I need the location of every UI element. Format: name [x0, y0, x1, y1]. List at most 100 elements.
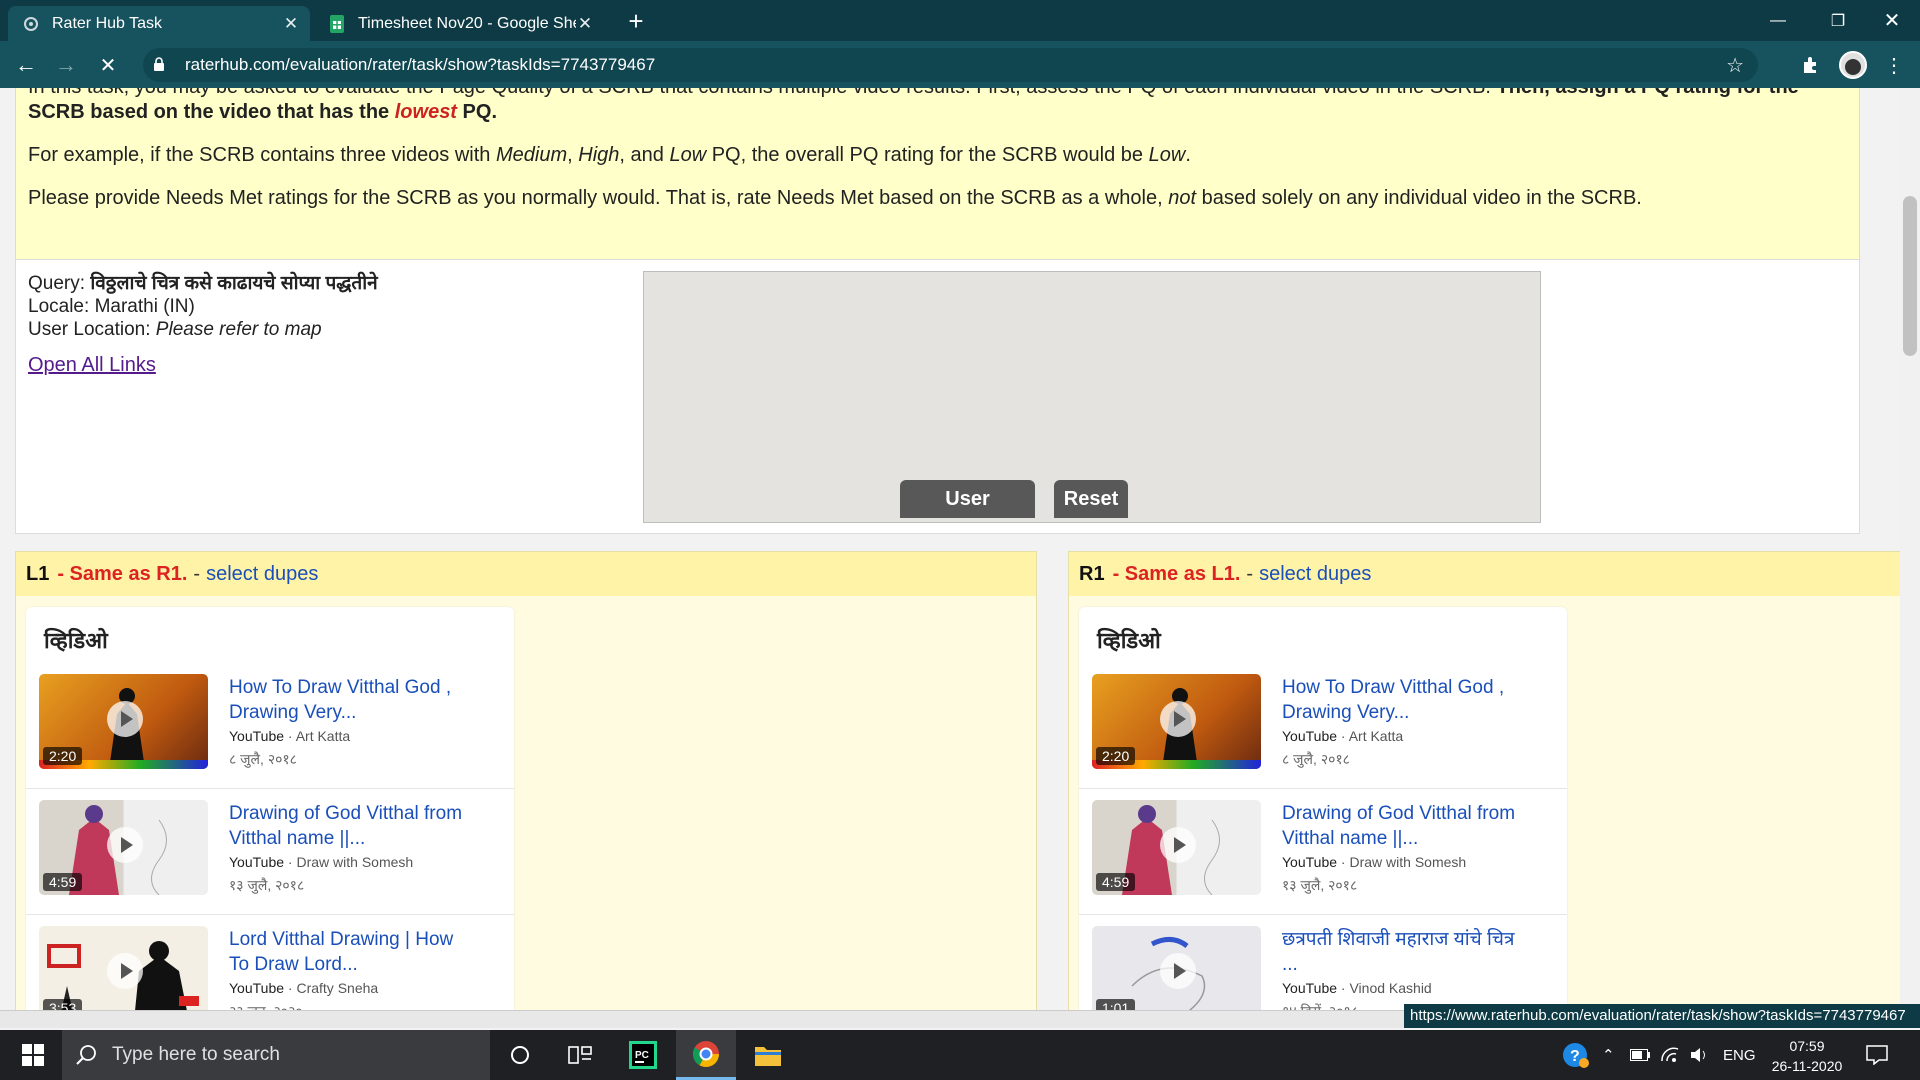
- play-icon: [107, 701, 143, 737]
- extensions-puzzle-icon[interactable]: [1797, 51, 1825, 79]
- video-date: ८ जुलै, २०१८: [1282, 751, 1350, 767]
- video-duration: 2:20: [1096, 747, 1136, 765]
- taskbar-clock[interactable]: 07:59 26-11-2020: [1762, 1036, 1852, 1076]
- tab-timesheet[interactable]: Timesheet Nov20 - Google Sheet ✕: [314, 6, 604, 41]
- taskbar-search-box[interactable]: Type here to search: [62, 1030, 490, 1080]
- video-date: २३ जुन, २०२०: [229, 1002, 303, 1010]
- minimize-icon[interactable]: —: [1748, 0, 1808, 41]
- video-title-link[interactable]: How To Draw Vitthal God , Drawing Very..…: [229, 675, 469, 725]
- same-as-label: - Same as R1.: [57, 562, 188, 585]
- left-id-label: L1: [26, 562, 50, 585]
- left-result-column: L1 - Same as R1. - select dupes व्हिडिओ …: [15, 551, 1037, 1010]
- query-info: Query: विठ्ठलाचे चित्र कसे काढायचे सोप्य…: [28, 272, 378, 341]
- video-title-link[interactable]: Drawing of God Vitthal from Vitthal name…: [1282, 801, 1522, 851]
- video-meta: YouTube · Art Katta: [1282, 728, 1404, 744]
- tab-rater-hub[interactable]: Rater Hub Task ✕: [8, 6, 310, 41]
- bookmark-star-icon[interactable]: ☆: [1726, 53, 1744, 78]
- task-view-icon[interactable]: [552, 1030, 608, 1080]
- location-map[interactable]: User Reset: [643, 271, 1541, 523]
- profile-avatar[interactable]: [1839, 51, 1867, 79]
- video-card: व्हिडिओ 2:20 How To Draw Vitthal God , D…: [1079, 607, 1567, 1010]
- video-duration: 1:01: [1096, 999, 1136, 1010]
- video-title-link[interactable]: How To Draw Vitthal God , Drawing Very..…: [1282, 675, 1522, 725]
- horizontal-scrollbar[interactable]: [0, 1010, 1404, 1028]
- instructions-cut-line: In this task, you may be asked to evalua…: [28, 88, 1799, 100]
- right-column-header: R1 - Same as L1. - select dupes: [1069, 552, 1900, 596]
- chrome-taskbar-icon[interactable]: [676, 1030, 736, 1080]
- url-text: raterhub.com/evaluation/rater/task/show?…: [185, 55, 656, 74]
- wifi-icon[interactable]: [1660, 1030, 1680, 1080]
- instructions-needs-met: Please provide Needs Met ratings for the…: [28, 187, 1642, 209]
- new-tab-button[interactable]: +: [620, 6, 652, 38]
- select-dupes-link[interactable]: select dupes: [1259, 563, 1371, 586]
- language-indicator[interactable]: ENG: [1723, 1030, 1756, 1080]
- video-item[interactable]: 2:20 How To Draw Vitthal God , Drawing V…: [26, 663, 514, 789]
- right-result-column: R1 - Same as L1. - select dupes व्हिडिओ …: [1068, 551, 1900, 1010]
- tab-title: Timesheet Nov20 - Google Sheet: [358, 14, 576, 32]
- help-tray-icon[interactable]: ?: [1562, 1030, 1590, 1080]
- video-title-link[interactable]: Drawing of God Vitthal from Vitthal name…: [229, 801, 469, 851]
- cortana-icon[interactable]: [492, 1030, 548, 1080]
- left-column-header: L1 - Same as R1. - select dupes: [16, 552, 1036, 596]
- video-title-link[interactable]: Lord Vitthal Drawing | How To Draw Lord.…: [229, 927, 469, 977]
- open-all-links[interactable]: Open All Links: [28, 354, 156, 377]
- right-id-label: R1: [1079, 562, 1105, 585]
- lock-icon: [153, 56, 171, 74]
- close-tab-icon[interactable]: ✕: [576, 14, 594, 34]
- select-dupes-link[interactable]: select dupes: [206, 563, 318, 586]
- video-card: व्हिडिओ 2:20 How To Draw Vitthal God , D…: [26, 607, 514, 1010]
- locale-value: Marathi (IN): [94, 296, 195, 317]
- video-date: १३ जुलै, २०१८: [1282, 877, 1358, 893]
- address-bar[interactable]: raterhub.com/evaluation/rater/task/show?…: [143, 48, 1758, 82]
- pycharm-icon[interactable]: PC: [615, 1030, 671, 1080]
- notifications-icon[interactable]: [1866, 1030, 1888, 1080]
- close-window-icon[interactable]: ✕: [1862, 0, 1920, 41]
- windows-start-icon[interactable]: [10, 1030, 56, 1080]
- status-bar-url: https://www.raterhub.com/evaluation/rate…: [1404, 1004, 1920, 1028]
- play-icon: [1160, 827, 1196, 863]
- video-section-heading: व्हिडिओ: [1097, 628, 1161, 653]
- map-reset-button[interactable]: Reset: [1054, 480, 1128, 518]
- video-thumbnail[interactable]: 3:53: [39, 926, 208, 1010]
- battery-icon[interactable]: [1630, 1030, 1650, 1080]
- stop-loading-icon[interactable]: ✕: [92, 49, 124, 81]
- video-date: ८ जुलै, २०१८: [229, 751, 297, 767]
- back-arrow-icon[interactable]: ←: [10, 49, 42, 81]
- sheets-favicon-icon: [328, 14, 346, 33]
- video-thumbnail[interactable]: 4:59: [39, 800, 208, 895]
- video-thumbnail[interactable]: 4:59: [1092, 800, 1261, 895]
- restore-icon[interactable]: ❐: [1808, 0, 1868, 41]
- video-item[interactable]: 3:53 Lord Vitthal Drawing | How To Draw …: [26, 915, 514, 1010]
- locale-label: Locale:: [28, 296, 90, 317]
- map-user-button[interactable]: User: [900, 480, 1035, 518]
- file-explorer-icon[interactable]: [740, 1030, 796, 1080]
- play-icon: [1160, 953, 1196, 989]
- forward-arrow-icon[interactable]: →: [50, 49, 82, 81]
- video-item[interactable]: 4:59 Drawing of God Vitthal from Vitthal…: [1079, 789, 1567, 915]
- page-content: In this task, you may be asked to evalua…: [0, 88, 1900, 1010]
- vertical-scrollbar-thumb[interactable]: [1903, 196, 1917, 356]
- video-title-link[interactable]: छत्रपती शिवाजी महाराज यांचे चित्र ...: [1282, 927, 1522, 977]
- svg-text:?: ?: [1570, 1048, 1580, 1065]
- video-thumbnail[interactable]: 2:20: [1092, 674, 1261, 769]
- close-tab-icon[interactable]: ✕: [282, 14, 300, 34]
- video-duration: 2:20: [43, 747, 83, 765]
- menu-kebab-icon[interactable]: ⋮: [1880, 51, 1908, 79]
- raterhub-favicon-icon: [22, 15, 40, 33]
- video-duration: 3:53: [43, 999, 83, 1010]
- video-thumbnail[interactable]: 1:01: [1092, 926, 1261, 1010]
- tab-title: Rater Hub Task: [52, 14, 162, 32]
- video-item[interactable]: 2:20 How To Draw Vitthal God , Drawing V…: [1079, 663, 1567, 789]
- volume-icon[interactable]: [1690, 1030, 1710, 1080]
- instructions-example: For example, if the SCRB contains three …: [28, 144, 1191, 166]
- video-duration: 4:59: [1096, 873, 1136, 891]
- video-item[interactable]: 4:59 Drawing of God Vitthal from Vitthal…: [26, 789, 514, 915]
- video-date: १४ डिसें, २०१८: [1282, 1002, 1358, 1010]
- tray-chevron-up-icon[interactable]: ⌃: [1602, 1030, 1615, 1080]
- video-meta: YouTube · Vinod Kashid: [1282, 980, 1432, 996]
- video-item[interactable]: 1:01 छत्रपती शिवाजी महाराज यांचे चित्र .…: [1079, 915, 1567, 1010]
- video-thumbnail[interactable]: 2:20: [39, 674, 208, 769]
- play-icon: [107, 827, 143, 863]
- play-icon: [1160, 701, 1196, 737]
- query-text: विठ्ठलाचे चित्र कसे काढायचे सोप्या पद्धत…: [90, 273, 378, 294]
